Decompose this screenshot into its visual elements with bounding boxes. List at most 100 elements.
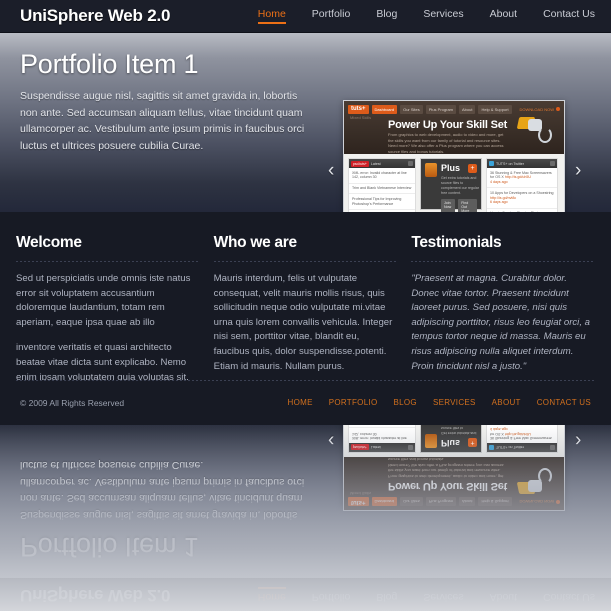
screenshot-main-columns: psd.tuts+ Latest XML error: Invalid char… bbox=[344, 154, 564, 212]
nav-item-blog: Blog bbox=[376, 591, 398, 603]
main-navigation: Home Portfolio Blog Services About Conta… bbox=[232, 587, 595, 603]
plus-product-icon bbox=[425, 434, 437, 448]
screenshot-plus-desc: Get extra tutorials and source files to … bbox=[441, 426, 477, 435]
list-item: 36 Stunning & Free Mac Screensavers for … bbox=[487, 168, 557, 189]
nav-item-contact-us: Contact Us bbox=[543, 591, 595, 603]
page-root: UniSphere Web 2.0 Home Portfolio Blog Se… bbox=[0, 0, 611, 425]
list-item: Professional Tips for Improving Photosho… bbox=[349, 194, 415, 210]
chevron-right-icon: › bbox=[575, 430, 582, 451]
screenshot-header: tuts+ Dashboard Our Sites Plus Program A… bbox=[344, 457, 564, 510]
tweet-link: http://is.gd/nvt8c bbox=[490, 195, 517, 200]
list-item: 30 Inspirational Quotes on the Art & Sci… bbox=[349, 210, 415, 212]
screenshot-corner-link: DOWNLOAD NOW bbox=[520, 500, 560, 505]
nav-item-about[interactable]: About bbox=[490, 8, 517, 24]
screenshot-body-text: From graphics to web development, audio … bbox=[388, 457, 504, 480]
screenshot-nav-help: Help & Support bbox=[478, 497, 512, 507]
footer-link-about[interactable]: ABOUT bbox=[492, 398, 521, 407]
footer-link-home[interactable]: HOME bbox=[288, 398, 313, 407]
nav-item-services[interactable]: Services bbox=[423, 8, 463, 24]
nav-item-services: Services bbox=[423, 591, 464, 603]
tweet-text: 10 Apps for Developers on a Shoestring bbox=[490, 190, 554, 195]
screenshot-headline: Power Up Your Skill Set bbox=[388, 480, 508, 492]
hero-section: Portfolio Item 1 Suspendisse augue nisl,… bbox=[0, 33, 611, 212]
portfolio-screenshot-thumbnail[interactable]: tuts+ Dashboard Our Sites Plus Program A… bbox=[343, 100, 565, 212]
screenshot-column-latest: psd.tuts+ Latest XML error: Invalid char… bbox=[348, 425, 416, 453]
portfolio-screenshot-thumbnail: tuts+ Dashboard Our Sites Plus Program A… bbox=[343, 425, 565, 511]
screenshot-plus-box: + Plus Get extra tutorials and source fi… bbox=[420, 425, 482, 453]
chevron-left-icon[interactable]: ‹ bbox=[328, 161, 344, 183]
list-item: XML error: Invalid character at line 142… bbox=[349, 168, 415, 184]
page-reflection-content: UniSphere Web 2.0 Home Portfolio Blog Se… bbox=[0, 425, 611, 611]
screenshot-brand-logo: tuts+ bbox=[348, 497, 369, 507]
plus-badge-icon: + bbox=[468, 438, 477, 447]
main-navigation: Home Portfolio Blog Services About Conta… bbox=[232, 8, 595, 24]
site-header: UniSphere Web 2.0 Home Portfolio Blog Se… bbox=[0, 0, 611, 33]
nav-item-home[interactable]: Home bbox=[257, 8, 286, 24]
screenshot-column-latest: psd.tuts+ Latest XML error: Invalid char… bbox=[348, 158, 416, 212]
screenshot-twitter-title: TUTS+ on Twitter bbox=[496, 161, 524, 166]
footer-link-services[interactable]: SERVICES bbox=[433, 398, 476, 407]
section-heading: Who we are bbox=[213, 234, 297, 251]
plus-product-icon bbox=[425, 163, 437, 177]
section-paragraph: inventore veritatis et quasi architecto … bbox=[16, 342, 189, 383]
nav-item-contact-us[interactable]: Contact Us bbox=[543, 8, 595, 24]
hero-title: Portfolio Item 1 bbox=[20, 49, 199, 79]
screenshot-column-plus: + Plus Get extra tutorials and source fi… bbox=[420, 158, 482, 212]
site-logo[interactable]: UniSphere Web 2.0 bbox=[20, 6, 170, 26]
footer-link-portfolio[interactable]: PORTFOLIO bbox=[329, 398, 378, 407]
screenshot-column-latest-header: psd.tuts+ Latest bbox=[349, 159, 415, 168]
screenshot-nav-plus-program: Plus Program bbox=[425, 497, 456, 507]
site-footer: © 2009 All Rights Reserved HOME PORTFOLI… bbox=[0, 380, 611, 425]
footer-link-blog[interactable]: BLOG bbox=[394, 398, 417, 407]
screenshot-column-twitter: TUTS+ on Twitter 36 Stunning & Free Mac … bbox=[486, 425, 558, 453]
nav-item-blog[interactable]: Blog bbox=[376, 8, 397, 24]
list-item: XML error: Invalid character at line 142… bbox=[349, 427, 415, 443]
screenshot-main-columns: psd.tuts+ Latest XML error: Invalid char… bbox=[344, 425, 564, 457]
chevron-right-icon[interactable]: › bbox=[575, 161, 591, 183]
collapse-icon bbox=[408, 161, 413, 166]
section-welcome: Welcome Sed ut perspiciatis unde omnis i… bbox=[16, 234, 200, 383]
list-item: Trim and Blank Vietnamese Interview bbox=[349, 425, 415, 428]
hero-title: Portfolio Item 1 bbox=[20, 532, 199, 562]
footer-navigation: HOME PORTFOLIO BLOG SERVICES ABOUT CONTA… bbox=[288, 398, 591, 407]
screenshot-column-twitter: TUTS+ on Twitter 36 Stunning & Free Mac … bbox=[486, 158, 558, 212]
screenshot-nav-help: Help & Support bbox=[478, 104, 512, 114]
divider bbox=[213, 261, 398, 262]
screenshot-corner-link-label: DOWNLOAD NOW bbox=[519, 499, 554, 505]
screenshot-column-plus: + Plus Get extra tutorials and source fi… bbox=[420, 425, 482, 453]
screenshot-header: tuts+ Dashboard Our Sites Plus Program A… bbox=[344, 101, 564, 154]
tweet-text: How to Create a Flaming Photo Manipulati… bbox=[490, 211, 541, 212]
divider bbox=[16, 380, 595, 381]
section-testimonials: Testimonials "Praesent at magna. Curabit… bbox=[411, 234, 596, 393]
screenshot-nav-dashboard: Dashboard bbox=[371, 497, 398, 507]
testimonial-quote: "Praesent at magna. Curabitur dolor. Don… bbox=[411, 273, 590, 372]
screenshot-column-latest-header: psd.tuts+ Latest bbox=[349, 443, 415, 452]
list-item: How to Create a Flaming Photo Manipulati… bbox=[487, 209, 557, 212]
list-item: 10 Apps for Developers on a Shoestring h… bbox=[487, 188, 557, 209]
plug-illustration-icon bbox=[514, 462, 556, 496]
collapse-icon bbox=[408, 445, 413, 450]
nav-item-portfolio: Portfolio bbox=[311, 591, 351, 603]
screenshot-col-a-tag: psd.tuts+ bbox=[351, 444, 369, 451]
hero-description: Suspendisse augue nisl, sagittis sit ame… bbox=[20, 459, 305, 522]
screenshot-body-text: From graphics to web development, audio … bbox=[388, 132, 504, 154]
screenshot-brand-logo: tuts+ bbox=[348, 104, 369, 114]
list-item: Trim and Blank Vietnamese Interview bbox=[349, 184, 415, 195]
twitter-icon bbox=[489, 161, 494, 166]
copyright-text: © 2009 All Rights Reserved bbox=[20, 397, 125, 408]
nav-item-home: Home bbox=[258, 587, 286, 603]
screenshot-join-now-button: Join Now bbox=[441, 199, 456, 212]
plug-illustration-icon bbox=[514, 115, 556, 149]
tweet-timestamp: 4 days ago bbox=[490, 426, 508, 431]
footer-link-contact-us[interactable]: CONTACT US bbox=[537, 398, 591, 407]
tweet-timestamp: 4 days ago bbox=[490, 180, 508, 185]
screenshot-plus-desc: Get extra tutorials and source files to … bbox=[441, 176, 479, 195]
site-logo: UniSphere Web 2.0 bbox=[20, 586, 171, 605]
page-reflection: UniSphere Web 2.0 Home Portfolio Blog Se… bbox=[0, 425, 611, 611]
nav-item-portfolio[interactable]: Portfolio bbox=[312, 8, 351, 24]
screenshot-nav-about: About bbox=[459, 104, 476, 114]
screenshot-nav-our-sites: Our Sites bbox=[400, 104, 423, 114]
hero-section: Portfolio Item 1 Suspendisse augue nisl,… bbox=[0, 425, 611, 578]
divider bbox=[16, 261, 200, 262]
section-who-we-are: Who we are Mauris interdum, felis ut vul… bbox=[213, 234, 398, 380]
